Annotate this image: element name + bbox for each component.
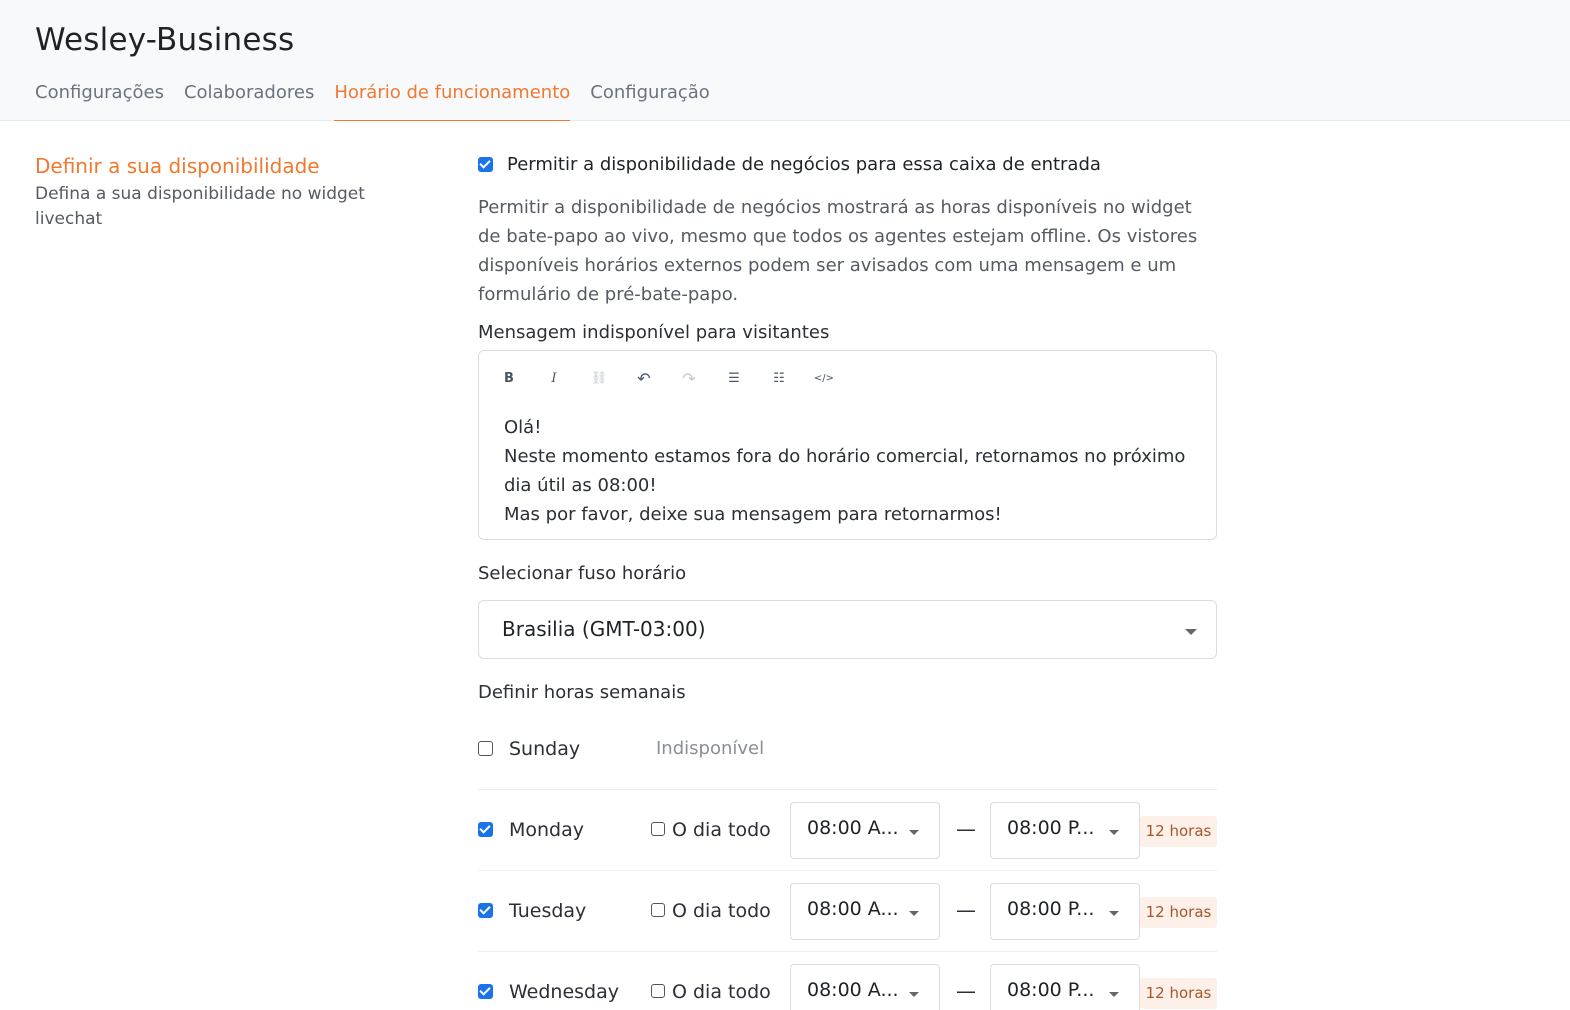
unavailable-message-editor[interactable]: B I ⛓ ↶ ↷ ☰ ☷ </> Olá! Neste momento est… xyxy=(478,350,1217,540)
all-day-label: O dia todo xyxy=(672,900,771,922)
tab-configuracoes[interactable]: Configurações xyxy=(35,80,164,121)
undo-icon[interactable]: ↶ xyxy=(633,368,655,390)
from-time-value: 08:00 A... xyxy=(807,898,899,920)
day-enabled-checkbox[interactable] xyxy=(478,903,493,918)
section-title: Definir a sua disponibilidade xyxy=(35,154,320,178)
hours-badge: 12 horas xyxy=(1140,897,1217,928)
page-title: Wesley-Business xyxy=(35,22,295,58)
time-range-dash: — xyxy=(956,979,976,1003)
timezone-value: Brasilia (GMT-03:00) xyxy=(502,617,706,641)
to-time-select[interactable]: 08:00 P... xyxy=(990,883,1140,940)
editor-line: Neste momento estamos fora do horário co… xyxy=(504,446,1186,496)
to-time-value: 08:00 P... xyxy=(1007,817,1095,839)
all-day-label: O dia todo xyxy=(672,981,771,1003)
day-enabled-checkbox[interactable] xyxy=(478,984,493,999)
chevron-down-icon xyxy=(1185,629,1197,635)
day-name: Tuesday xyxy=(509,900,587,922)
day-enabled-checkbox[interactable] xyxy=(478,741,493,756)
tab-bar: Configurações Colaboradores Horário de f… xyxy=(35,80,730,121)
section-description: Defina a sua disponibilidade no widget l… xyxy=(35,184,365,229)
from-time-value: 08:00 A... xyxy=(807,817,899,839)
redo-icon[interactable]: ↷ xyxy=(678,368,700,390)
tab-colaboradores[interactable]: Colaboradores xyxy=(184,80,314,121)
all-day-checkbox[interactable] xyxy=(651,822,665,836)
to-time-value: 08:00 P... xyxy=(1007,979,1095,1001)
from-time-select[interactable]: 08:00 A... xyxy=(790,802,940,859)
editor-line: Mas por favor, deixe sua mensagem para r… xyxy=(504,504,1002,525)
chevron-down-icon xyxy=(909,911,919,916)
page-header: Wesley-Business Configurações Colaborado… xyxy=(0,0,1570,121)
link-icon[interactable]: ⛓ xyxy=(588,368,610,390)
timezone-label: Selecionar fuso horário xyxy=(478,563,687,584)
all-day-checkbox[interactable] xyxy=(651,903,665,917)
weekly-hours-label: Definir horas semanais xyxy=(478,682,686,703)
availability-description: Permitir a disponibilidade de negócios m… xyxy=(478,197,1198,305)
day-row-wednesday: Wednesday O dia todo 08:00 A... — 08:00 … xyxy=(478,952,1217,1010)
bullet-list-icon[interactable]: ☰ xyxy=(723,368,745,390)
to-time-select[interactable]: 08:00 P... xyxy=(990,964,1140,1010)
from-time-select[interactable]: 08:00 A... xyxy=(790,964,940,1010)
tab-configuracao[interactable]: Configuração xyxy=(590,80,710,121)
availability-checkbox[interactable] xyxy=(478,157,493,172)
ordered-list-icon[interactable]: ☷ xyxy=(768,368,790,390)
timezone-select[interactable]: Brasilia (GMT-03:00) xyxy=(478,600,1217,659)
day-name: Wednesday xyxy=(509,981,620,1003)
chevron-down-icon xyxy=(909,830,919,835)
italic-icon[interactable]: I xyxy=(543,368,565,390)
day-row-sunday: Sunday Indisponível xyxy=(478,709,1217,790)
editor-content[interactable]: Olá! Neste momento estamos fora do horár… xyxy=(504,413,1194,529)
editor-line: Olá! xyxy=(504,417,542,438)
chevron-down-icon xyxy=(1109,830,1119,835)
chevron-down-icon xyxy=(1109,992,1119,997)
all-day-checkbox[interactable] xyxy=(651,984,665,998)
day-name: Sunday xyxy=(509,738,581,760)
code-icon[interactable]: </> xyxy=(813,368,835,390)
availability-checkbox-label: Permitir a disponibilidade de negócios p… xyxy=(507,154,1101,175)
tab-horario-de-funcionamento[interactable]: Horário de funcionamento xyxy=(334,80,571,121)
unavailable-message-label: Mensagem indisponível para visitantes xyxy=(478,322,830,343)
to-time-value: 08:00 P... xyxy=(1007,898,1095,920)
to-time-select[interactable]: 08:00 P... xyxy=(990,802,1140,859)
bold-icon[interactable]: B xyxy=(498,368,520,390)
chevron-down-icon xyxy=(909,992,919,997)
day-row-tuesday: Tuesday O dia todo 08:00 A... — 08:00 P.… xyxy=(478,871,1217,952)
all-day-label: O dia todo xyxy=(672,819,771,841)
hours-badge: 12 horas xyxy=(1140,978,1217,1009)
time-range-dash: — xyxy=(956,898,976,922)
chevron-down-icon xyxy=(1109,911,1119,916)
hours-badge: 12 horas xyxy=(1140,816,1217,847)
editor-toolbar: B I ⛓ ↶ ↷ ☰ ☷ </> xyxy=(479,368,1216,390)
day-name: Monday xyxy=(509,819,585,841)
from-time-value: 08:00 A... xyxy=(807,979,899,1001)
day-enabled-checkbox[interactable] xyxy=(478,822,493,837)
unavailable-text: Indisponível xyxy=(656,738,765,759)
time-range-dash: — xyxy=(956,817,976,841)
from-time-select[interactable]: 08:00 A... xyxy=(790,883,940,940)
day-row-monday: Monday O dia todo 08:00 A... — 08:00 P..… xyxy=(478,790,1217,871)
